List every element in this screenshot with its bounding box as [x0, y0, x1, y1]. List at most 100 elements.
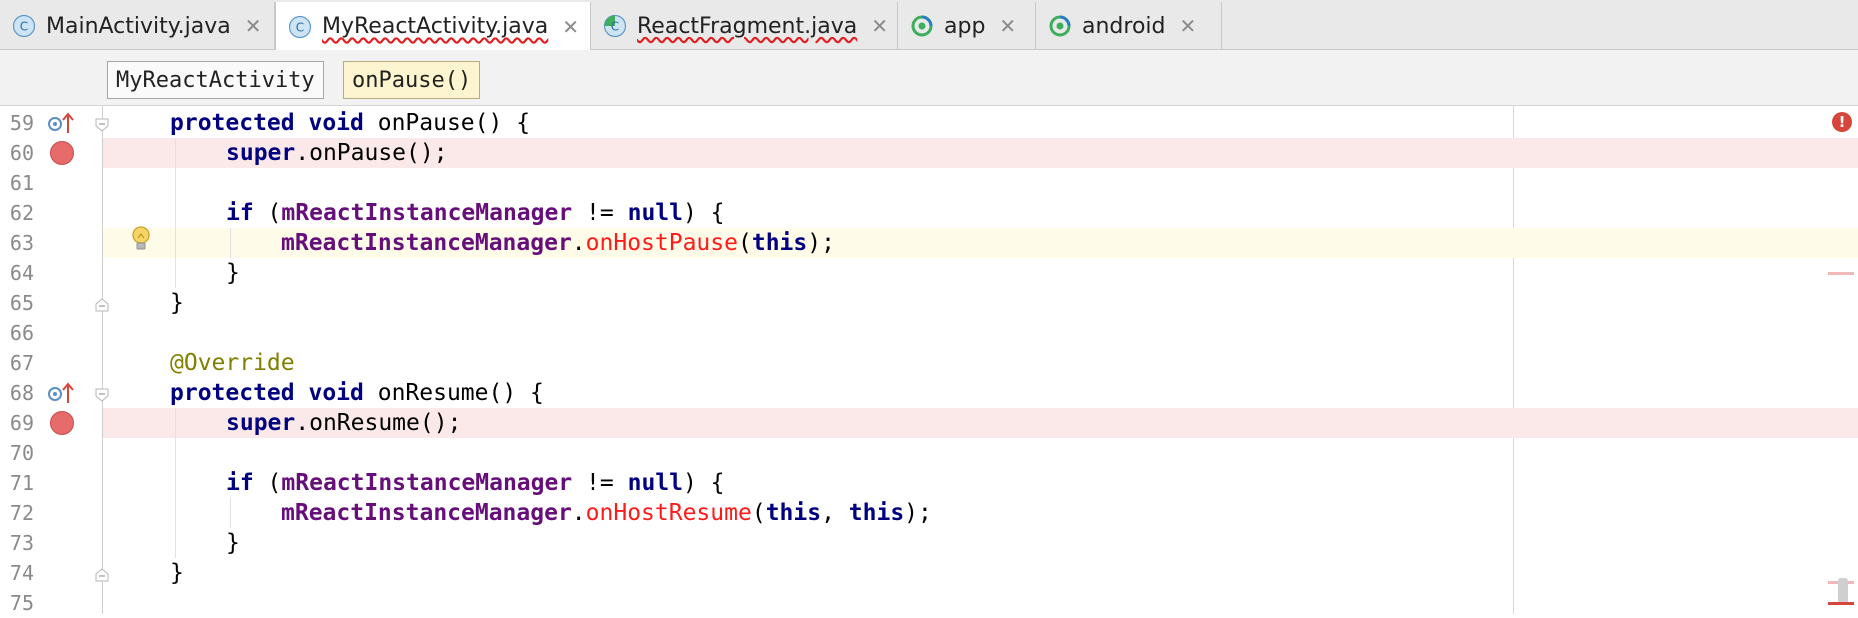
code-text[interactable]: super.onPause(); — [226, 138, 448, 168]
breadcrumb-class[interactable]: MyReactActivity — [107, 61, 324, 99]
keyword-token: void — [308, 380, 364, 406]
code-line[interactable]: 67 @Override — [0, 348, 1858, 378]
code-token: ) { — [682, 470, 725, 496]
code-text[interactable]: if (mReactInstanceManager != null) { — [226, 198, 725, 228]
code-line[interactable]: 69 super.onResume(); — [0, 408, 1858, 438]
svg-text:C: C — [611, 20, 619, 34]
code-text[interactable]: protected void onResume() { — [170, 378, 544, 408]
breadcrumb-method[interactable]: onPause() — [343, 61, 481, 99]
tab-myreactactivity-java[interactable]: C MyReactActivity.java ✕ — [275, 2, 591, 51]
line-number[interactable]: 67 — [0, 348, 34, 378]
code-text[interactable]: super.onResume(); — [226, 408, 461, 438]
fold-collapse-icon[interactable] — [95, 117, 109, 132]
code-text[interactable]: if (mReactInstanceManager != null) { — [226, 468, 725, 498]
code-token: ( — [253, 470, 282, 496]
close-icon[interactable]: ✕ — [245, 14, 262, 38]
indent-guide — [175, 138, 176, 288]
code-token: != — [572, 470, 628, 496]
unresolved-method-token: onHostResume — [585, 500, 752, 526]
line-number[interactable]: 72 — [0, 498, 34, 528]
line-number[interactable]: 65 — [0, 288, 34, 318]
code-editor[interactable]: ! 59 protected void onPause() {60 super.on… — [0, 106, 1858, 615]
code-token: ( — [751, 500, 766, 526]
line-number[interactable]: 59 — [0, 108, 34, 138]
lightbulb-icon[interactable] — [128, 224, 154, 254]
line-number[interactable]: 61 — [0, 168, 34, 198]
breakpoint-icon[interactable] — [50, 411, 74, 435]
keyword-token: this — [848, 500, 905, 526]
fold-end-icon[interactable] — [95, 297, 109, 312]
code-line[interactable]: 71 if (mReactInstanceManager != null) { — [0, 468, 1858, 498]
annotation-token: @Override — [170, 350, 295, 376]
line-number[interactable]: 71 — [0, 468, 34, 498]
fold-collapse-icon[interactable] — [95, 387, 109, 402]
close-icon[interactable]: ✕ — [1180, 14, 1197, 38]
code-line[interactable]: 63 mReactInstanceManager.onHostPause(this… — [0, 226, 1858, 258]
code-line[interactable]: 66 — [0, 318, 1858, 348]
field-token: mReactInstanceManager — [281, 500, 572, 526]
code-line[interactable]: 61 — [0, 168, 1858, 198]
code-line[interactable]: 65} — [0, 288, 1858, 318]
indent-guide — [175, 408, 176, 558]
line-number[interactable]: 74 — [0, 558, 34, 588]
editor-tab-bar: C MainActivity.java ✕ C MyReactActivity.java… — [0, 0, 1858, 51]
indent-guide — [230, 228, 231, 258]
line-highlight — [103, 318, 1858, 348]
code-token: . — [571, 230, 586, 256]
code-line[interactable]: 64} — [0, 258, 1858, 288]
line-number[interactable]: 73 — [0, 528, 34, 558]
code-text[interactable]: protected void onPause() { — [170, 108, 530, 138]
close-icon[interactable]: ✕ — [562, 15, 579, 39]
line-highlight — [103, 438, 1858, 468]
line-number[interactable]: 62 — [0, 198, 34, 228]
code-text[interactable]: mReactInstanceManager.onHostPause(this); — [281, 228, 835, 258]
code-line[interactable]: 70 — [0, 438, 1858, 468]
svg-text:C: C — [20, 20, 28, 34]
code-text[interactable]: } — [226, 258, 240, 288]
code-token: onResume() { — [363, 380, 544, 406]
line-number[interactable]: 63 — [0, 228, 34, 258]
line-highlight — [103, 528, 1858, 558]
overrides-method-icon[interactable] — [47, 111, 75, 135]
java-class-icon: C — [288, 15, 312, 39]
code-text[interactable]: mReactInstanceManager.onHostResume(this,… — [281, 498, 932, 528]
line-number[interactable]: 64 — [0, 258, 34, 288]
breakpoint-icon[interactable] — [50, 141, 74, 165]
overrides-method-icon[interactable] — [47, 381, 75, 405]
java-fragment-class-icon: C — [603, 14, 627, 38]
code-text[interactable]: @Override — [170, 348, 295, 378]
line-number[interactable]: 68 — [0, 378, 34, 408]
code-token: ); — [904, 500, 932, 526]
line-number[interactable]: 66 — [0, 318, 34, 348]
code-line[interactable]: 72 mReactInstanceManager.onHostResume(thi… — [0, 498, 1858, 528]
code-line[interactable]: 73} — [0, 528, 1858, 558]
keyword-token: void — [308, 110, 364, 136]
line-highlight — [103, 168, 1858, 198]
line-number[interactable]: 60 — [0, 138, 34, 168]
tab-app[interactable]: app ✕ — [898, 2, 1036, 50]
tab-reactfragment-java[interactable]: C ReactFragment.java ✕ — [591, 2, 898, 50]
code-token: ); — [807, 230, 835, 256]
tab-mainactivity-java[interactable]: C MainActivity.java ✕ — [0, 2, 275, 50]
tab-android[interactable]: android ✕ — [1036, 2, 1222, 50]
keyword-token: protected — [170, 110, 295, 136]
code-line[interactable]: 74} — [0, 558, 1858, 588]
code-text[interactable]: } — [226, 528, 240, 558]
line-number[interactable]: 70 — [0, 438, 34, 468]
java-class-icon: C — [12, 14, 36, 38]
code-line[interactable]: 60 super.onPause(); — [0, 138, 1858, 168]
close-icon[interactable]: ✕ — [999, 14, 1016, 38]
code-line[interactable]: 62 if (mReactInstanceManager != null) { — [0, 198, 1858, 228]
code-text[interactable]: } — [170, 558, 184, 588]
keyword-token: super — [226, 410, 296, 436]
code-text[interactable]: } — [170, 288, 184, 318]
line-number[interactable]: 69 — [0, 408, 34, 438]
code-token: != — [572, 200, 628, 226]
indent-guide — [230, 498, 231, 528]
code-line[interactable]: 59 protected void onPause() { — [0, 108, 1858, 138]
fold-end-icon[interactable] — [95, 567, 109, 582]
close-icon[interactable]: ✕ — [871, 14, 888, 38]
code-line[interactable]: 68 protected void onResume() { — [0, 378, 1858, 408]
